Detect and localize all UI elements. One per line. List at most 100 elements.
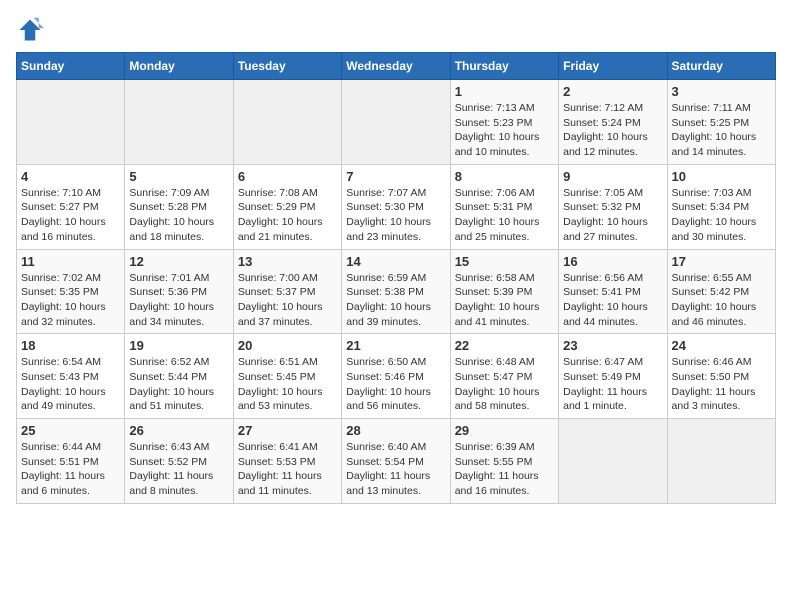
day-cell: 23 Sunrise: 6:47 AM Sunset: 5:49 PM Dayli… [559,334,667,419]
day-number: 13 [238,254,337,269]
day-detail: Sunrise: 7:05 AM Sunset: 5:32 PM Dayligh… [563,186,662,245]
day-number: 27 [238,423,337,438]
day-number: 6 [238,169,337,184]
day-cell: 10 Sunrise: 7:03 AM Sunset: 5:34 PM Dayli… [667,164,775,249]
day-number: 1 [455,84,554,99]
week-row-1: 1 Sunrise: 7:13 AM Sunset: 5:23 PM Daylig… [17,80,776,165]
day-detail: Sunrise: 6:51 AM Sunset: 5:45 PM Dayligh… [238,355,337,414]
day-detail: Sunrise: 6:43 AM Sunset: 5:52 PM Dayligh… [129,440,228,499]
day-number: 2 [563,84,662,99]
week-row-5: 25Sunrise: 6:44 AM Sunset: 5:51 PM Dayli… [17,419,776,504]
day-number: 17 [672,254,771,269]
day-detail: Sunrise: 6:47 AM Sunset: 5:49 PM Dayligh… [563,355,662,414]
day-cell: 11 Sunrise: 7:02 AM Sunset: 5:35 PM Dayli… [17,249,125,334]
day-cell: 13 Sunrise: 7:00 AM Sunset: 5:37 PM Dayli… [233,249,341,334]
day-cell: 8 Sunrise: 7:06 AM Sunset: 5:31 PM Daylig… [450,164,558,249]
day-number: 3 [672,84,771,99]
day-detail: Sunrise: 6:39 AM Sunset: 5:55 PM Dayligh… [455,440,554,499]
day-detail: Sunrise: 6:46 AM Sunset: 5:50 PM Dayligh… [672,355,771,414]
calendar-table: SundayMondayTuesdayWednesdayThursdayFrid… [16,52,776,504]
day-detail: Sunrise: 6:56 AM Sunset: 5:41 PM Dayligh… [563,271,662,330]
day-number: 4 [21,169,120,184]
day-number: 20 [238,338,337,353]
header [16,16,776,44]
day-number: 16 [563,254,662,269]
day-detail: Sunrise: 6:54 AM Sunset: 5:43 PM Dayligh… [21,355,120,414]
header-cell-tuesday: Tuesday [233,53,341,80]
day-number: 26 [129,423,228,438]
day-cell: 19 Sunrise: 6:52 AM Sunset: 5:44 PM Dayli… [125,334,233,419]
calendar-header: SundayMondayTuesdayWednesdayThursdayFrid… [17,53,776,80]
day-cell: 7 Sunrise: 7:07 AM Sunset: 5:30 PM Daylig… [342,164,450,249]
week-row-3: 11 Sunrise: 7:02 AM Sunset: 5:35 PM Dayli… [17,249,776,334]
day-detail: Sunrise: 6:48 AM Sunset: 5:47 PM Dayligh… [455,355,554,414]
day-cell: 5 Sunrise: 7:09 AM Sunset: 5:28 PM Daylig… [125,164,233,249]
day-cell: 6 Sunrise: 7:08 AM Sunset: 5:29 PM Daylig… [233,164,341,249]
day-detail: Sunrise: 7:02 AM Sunset: 5:35 PM Dayligh… [21,271,120,330]
day-cell: 2 Sunrise: 7:12 AM Sunset: 5:24 PM Daylig… [559,80,667,165]
logo [16,16,48,44]
day-number: 12 [129,254,228,269]
day-cell: 16 Sunrise: 6:56 AM Sunset: 5:41 PM Dayli… [559,249,667,334]
day-number: 19 [129,338,228,353]
day-cell [667,419,775,504]
day-detail: Sunrise: 7:12 AM Sunset: 5:24 PM Dayligh… [563,101,662,160]
day-detail: Sunrise: 6:59 AM Sunset: 5:38 PM Dayligh… [346,271,445,330]
day-cell: 25Sunrise: 6:44 AM Sunset: 5:51 PM Dayli… [17,419,125,504]
day-detail: Sunrise: 6:41 AM Sunset: 5:53 PM Dayligh… [238,440,337,499]
day-detail: Sunrise: 7:13 AM Sunset: 5:23 PM Dayligh… [455,101,554,160]
day-number: 14 [346,254,445,269]
day-number: 18 [21,338,120,353]
day-number: 5 [129,169,228,184]
day-cell: 26 Sunrise: 6:43 AM Sunset: 5:52 PM Dayli… [125,419,233,504]
header-cell-friday: Friday [559,53,667,80]
day-cell: 14 Sunrise: 6:59 AM Sunset: 5:38 PM Dayli… [342,249,450,334]
day-cell [17,80,125,165]
day-cell [125,80,233,165]
header-cell-sunday: Sunday [17,53,125,80]
day-cell: 28 Sunrise: 6:40 AM Sunset: 5:54 PM Dayli… [342,419,450,504]
day-cell [559,419,667,504]
day-detail: Sunrise: 7:11 AM Sunset: 5:25 PM Dayligh… [672,101,771,160]
day-number: 9 [563,169,662,184]
day-cell: 12 Sunrise: 7:01 AM Sunset: 5:36 PM Dayli… [125,249,233,334]
day-number: 24 [672,338,771,353]
day-number: 23 [563,338,662,353]
header-cell-thursday: Thursday [450,53,558,80]
day-number: 15 [455,254,554,269]
day-cell: 15 Sunrise: 6:58 AM Sunset: 5:39 PM Dayli… [450,249,558,334]
day-detail: Sunrise: 7:08 AM Sunset: 5:29 PM Dayligh… [238,186,337,245]
day-detail: Sunrise: 7:00 AM Sunset: 5:37 PM Dayligh… [238,271,337,330]
day-cell: 27 Sunrise: 6:41 AM Sunset: 5:53 PM Dayli… [233,419,341,504]
day-cell: 18 Sunrise: 6:54 AM Sunset: 5:43 PM Dayli… [17,334,125,419]
day-cell: 21Sunrise: 6:50 AM Sunset: 5:46 PM Dayli… [342,334,450,419]
day-detail: Sunrise: 6:55 AM Sunset: 5:42 PM Dayligh… [672,271,771,330]
header-row: SundayMondayTuesdayWednesdayThursdayFrid… [17,53,776,80]
logo-icon [16,16,44,44]
day-number: 25 [21,423,120,438]
day-detail: Sunrise: 7:06 AM Sunset: 5:31 PM Dayligh… [455,186,554,245]
day-number: 10 [672,169,771,184]
day-cell: 24 Sunrise: 6:46 AM Sunset: 5:50 PM Dayli… [667,334,775,419]
day-detail: Sunrise: 7:03 AM Sunset: 5:34 PM Dayligh… [672,186,771,245]
day-detail: Sunrise: 6:40 AM Sunset: 5:54 PM Dayligh… [346,440,445,499]
day-number: 8 [455,169,554,184]
day-cell: 17 Sunrise: 6:55 AM Sunset: 5:42 PM Dayli… [667,249,775,334]
day-detail: Sunrise: 6:52 AM Sunset: 5:44 PM Dayligh… [129,355,228,414]
day-detail: Sunrise: 7:10 AM Sunset: 5:27 PM Dayligh… [21,186,120,245]
day-detail: Sunrise: 7:01 AM Sunset: 5:36 PM Dayligh… [129,271,228,330]
day-number: 11 [21,254,120,269]
week-row-4: 18 Sunrise: 6:54 AM Sunset: 5:43 PM Dayli… [17,334,776,419]
day-number: 28 [346,423,445,438]
day-number: 29 [455,423,554,438]
day-number: 7 [346,169,445,184]
week-row-2: 4 Sunrise: 7:10 AM Sunset: 5:27 PM Daylig… [17,164,776,249]
day-number: 22 [455,338,554,353]
day-detail: Sunrise: 7:07 AM Sunset: 5:30 PM Dayligh… [346,186,445,245]
day-cell: 20 Sunrise: 6:51 AM Sunset: 5:45 PM Dayli… [233,334,341,419]
day-detail: Sunrise: 6:58 AM Sunset: 5:39 PM Dayligh… [455,271,554,330]
header-cell-wednesday: Wednesday [342,53,450,80]
day-detail: Sunrise: 7:09 AM Sunset: 5:28 PM Dayligh… [129,186,228,245]
day-number: 21 [346,338,445,353]
header-cell-saturday: Saturday [667,53,775,80]
